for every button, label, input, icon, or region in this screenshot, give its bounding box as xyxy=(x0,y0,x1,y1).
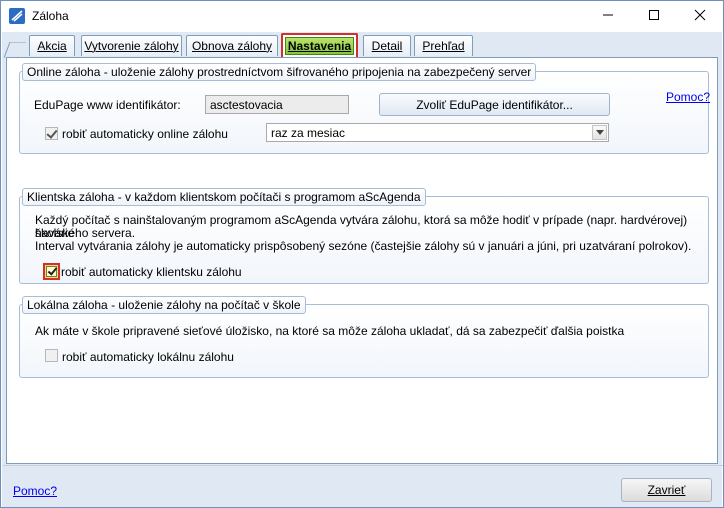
edupage-id-field[interactable] xyxy=(205,95,349,114)
tab-label: Obnova zálohy xyxy=(191,39,273,53)
client-auto-label: robiť automaticky klientsku zálohu xyxy=(61,265,242,279)
online-help-link[interactable]: Pomoc? xyxy=(666,90,710,104)
dialog-client-area: Akcia Vytvorenie zálohy Obnova zálohy Na… xyxy=(2,32,723,507)
online-auto-checkbox[interactable] xyxy=(45,127,58,140)
footer-help-link[interactable]: Pomoc? xyxy=(13,484,57,498)
choose-edupage-id-button[interactable]: Zvoliť EduPage identifikátor... xyxy=(379,93,610,116)
tab-label: Nastavenia xyxy=(287,39,352,53)
tab-vytvorenie-zalohy[interactable]: Vytvorenie zálohy xyxy=(81,35,182,56)
close-icon xyxy=(694,9,706,24)
chevron-down-icon[interactable] xyxy=(592,125,607,140)
client-backup-description-line1: Každý počítač s nainštalovaným programom… xyxy=(35,213,688,240)
online-frequency-value: raz za mesiac xyxy=(271,126,346,140)
client-backup-description-line3: Interval vytvárania zálohy je automatick… xyxy=(35,239,692,253)
app-logo-icon xyxy=(9,8,25,24)
local-backup-description: Ak máte v škole pripravené sieťové úloži… xyxy=(35,324,625,338)
tab-detail[interactable]: Detail xyxy=(363,35,411,56)
client-backup-legend: Klientska záloha - v každom klientskom p… xyxy=(22,188,426,206)
online-frequency-select[interactable]: raz za mesiac xyxy=(266,123,609,142)
client-auto-checkbox[interactable] xyxy=(43,263,60,280)
online-backup-group: Online záloha - uloženie zálohy prostred… xyxy=(19,63,710,154)
footer-divider xyxy=(3,465,723,466)
tab-label: Prehľad xyxy=(422,39,465,53)
close-window-button[interactable] xyxy=(677,1,723,31)
settings-tab-page: Online záloha - uloženie zálohy prostred… xyxy=(6,57,718,464)
tab-label: Akcia xyxy=(37,39,67,53)
close-dialog-button[interactable]: Zavrieť xyxy=(621,478,712,502)
tab-active-fill: Nastavenia xyxy=(285,37,354,55)
tab-akcia[interactable]: Akcia xyxy=(29,35,75,56)
local-auto-label: robiť automaticky lokálnu zálohu xyxy=(62,350,234,364)
minimize-icon xyxy=(602,9,614,24)
tab-label: Detail xyxy=(371,39,403,53)
choose-edupage-id-label: Zvoliť EduPage identifikátor... xyxy=(416,97,573,112)
local-auto-checkbox[interactable] xyxy=(45,349,58,362)
tab-label: Vytvorenie zálohy xyxy=(84,39,179,53)
tab-prehlad[interactable]: Prehľad xyxy=(414,35,473,56)
tab-strip-edge xyxy=(4,42,26,58)
close-dialog-label: Zavrieť xyxy=(647,483,686,497)
title-bar: Záloha xyxy=(1,1,723,32)
client-backup-group: Klientska záloha - v každom klientskom p… xyxy=(19,188,709,284)
online-backup-legend: Online záloha - uloženie zálohy prostred… xyxy=(22,63,537,81)
check-icon xyxy=(46,266,57,277)
maximize-icon xyxy=(648,9,660,24)
tab-nastavenia[interactable]: Nastavenia xyxy=(281,33,358,57)
backup-dialog-window: Záloha Akcia Vytvorenie zálohy Obnova zá… xyxy=(0,0,724,508)
maximize-button[interactable] xyxy=(631,1,677,31)
tab-obnova-zalohy[interactable]: Obnova zálohy xyxy=(186,35,278,56)
edupage-id-label: EduPage www identifikátor: xyxy=(34,98,181,112)
local-backup-legend: Lokálna záloha - uloženie zálohy na počí… xyxy=(22,296,306,314)
window-title: Záloha xyxy=(32,9,69,23)
minimize-button[interactable] xyxy=(585,1,631,31)
online-auto-label: robiť automaticky online zálohu xyxy=(62,127,228,141)
local-backup-group: Lokálna záloha - uloženie zálohy na počí… xyxy=(19,296,709,378)
